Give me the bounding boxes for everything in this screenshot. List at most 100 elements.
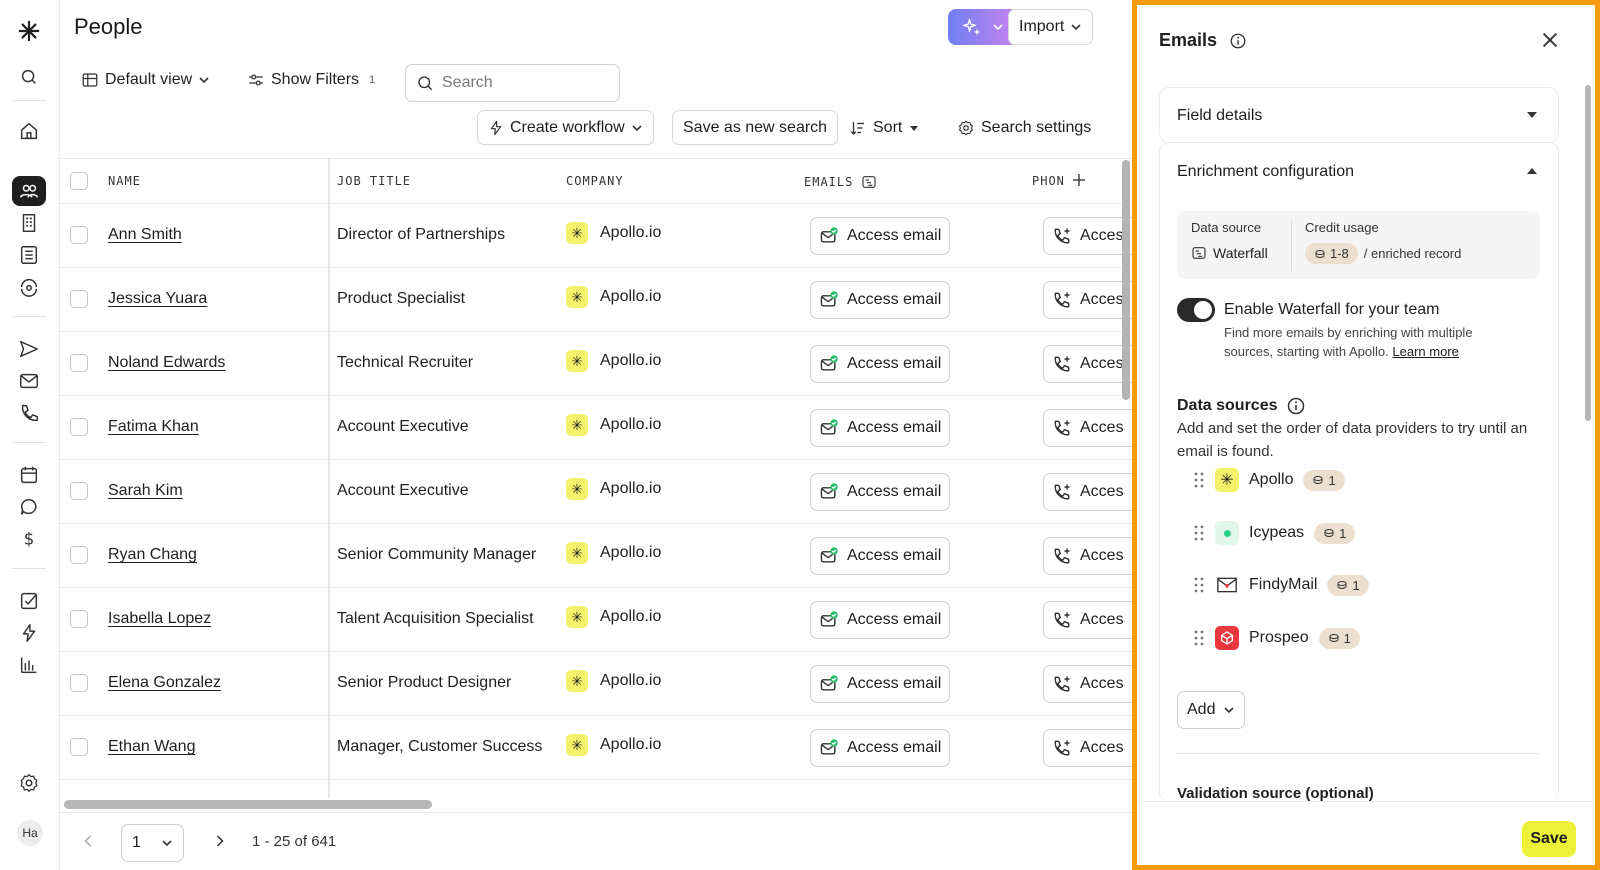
access-phone-button[interactable]: Acces <box>1043 345 1132 383</box>
column-header-company[interactable]: COMPANY <box>566 174 624 188</box>
access-phone-button[interactable]: Acces <box>1043 217 1132 255</box>
apollo-logo-icon[interactable] <box>12 16 46 46</box>
company-cell[interactable]: ✳ Apollo.io <box>566 414 661 436</box>
access-phone-button[interactable]: Acces <box>1043 409 1132 447</box>
access-email-button[interactable]: Access email <box>810 665 951 703</box>
import-button[interactable]: Import <box>1008 9 1094 45</box>
companies-icon[interactable] <box>12 208 46 238</box>
table-row[interactable]: Elena Gonzalez Senior Product Designer ✳ Ap… <box>60 652 1132 716</box>
default-view-button[interactable]: Default view <box>70 62 222 98</box>
add-provider-button[interactable]: Add <box>1177 691 1246 729</box>
person-name-link[interactable]: Sarah Kim <box>108 482 183 500</box>
calendar-icon[interactable] <box>12 460 46 490</box>
row-checkbox[interactable] <box>70 674 88 692</box>
page-select[interactable]: 1 <box>121 824 184 862</box>
vertical-scrollbar[interactable] <box>1122 160 1130 400</box>
workflows-icon[interactable] <box>12 618 46 648</box>
user-avatar[interactable]: Ha <box>17 820 43 846</box>
tasks-icon[interactable] <box>12 586 46 616</box>
data-enrichment-icon[interactable] <box>12 272 46 302</box>
chat-icon[interactable] <box>12 492 46 522</box>
send-icon[interactable] <box>12 334 46 364</box>
access-phone-button[interactable]: Acces <box>1043 537 1132 575</box>
show-filters-button[interactable]: Show Filters 1 <box>236 62 387 98</box>
home-icon[interactable] <box>12 116 46 146</box>
person-name-link[interactable]: Elena Gonzalez <box>108 674 221 692</box>
access-phone-button[interactable]: Acces <box>1043 281 1132 319</box>
table-row[interactable]: Ethan Wang Manager, Customer Success ✳ Apol… <box>60 716 1132 780</box>
company-cell[interactable]: ✳ Apollo.io <box>566 606 661 628</box>
access-email-button[interactable]: Access email <box>810 473 951 511</box>
row-checkbox[interactable] <box>70 418 88 436</box>
person-name-link[interactable]: Jessica Yuara <box>108 290 207 308</box>
access-phone-button[interactable]: Acces <box>1043 665 1132 703</box>
analytics-icon[interactable] <box>12 650 46 680</box>
dollar-icon[interactable]: $ <box>12 524 46 554</box>
access-email-button[interactable]: Access email <box>810 217 951 255</box>
table-row[interactable]: Jessica Yuara Product Specialist ✳ Apollo.i… <box>60 268 1132 332</box>
company-cell[interactable]: ✳ Apollo.io <box>566 286 661 308</box>
person-name-link[interactable]: Noland Edwards <box>108 354 225 372</box>
settings-gear-icon[interactable] <box>12 768 46 798</box>
access-email-button[interactable]: Access email <box>810 409 951 447</box>
column-header-job-title[interactable]: JOB TITLE <box>337 174 411 188</box>
company-cell[interactable]: ✳ Apollo.io <box>566 670 661 692</box>
row-checkbox[interactable] <box>70 290 88 308</box>
add-column-icon[interactable] <box>1070 171 1088 189</box>
row-checkbox[interactable] <box>70 482 88 500</box>
drag-handle-icon[interactable] <box>1193 524 1205 542</box>
provider-item[interactable]: FindyMail 1 <box>1193 570 1369 600</box>
lists-icon[interactable] <box>12 240 46 270</box>
caret-up-icon[interactable] <box>1526 167 1538 175</box>
table-row[interactable]: Ann Smith Director of Partnerships ✳ Apollo… <box>60 204 1132 268</box>
column-header-phone[interactable]: PHON <box>1032 174 1065 188</box>
provider-item[interactable]: Prospeo 1 <box>1193 623 1360 653</box>
company-cell[interactable]: ✳ Apollo.io <box>566 350 661 372</box>
caret-down-icon[interactable] <box>1526 111 1538 119</box>
info-icon[interactable] <box>1229 32 1247 50</box>
phone-icon[interactable] <box>12 398 46 428</box>
drag-handle-icon[interactable] <box>1193 629 1205 647</box>
access-email-button[interactable]: Access email <box>810 537 951 575</box>
company-cell[interactable]: ✳ Apollo.io <box>566 734 661 756</box>
provider-item[interactable]: Icypeas 1 <box>1193 518 1356 548</box>
row-checkbox[interactable] <box>70 738 88 756</box>
create-workflow-button[interactable]: Create workflow <box>477 110 654 145</box>
chevron-left-icon[interactable] <box>78 831 98 851</box>
chevron-right-icon[interactable] <box>210 831 230 851</box>
person-name-link[interactable]: Ethan Wang <box>108 738 195 756</box>
drag-handle-icon[interactable] <box>1193 471 1205 489</box>
row-checkbox[interactable] <box>70 226 88 244</box>
mail-icon[interactable] <box>12 366 46 396</box>
company-cell[interactable]: ✳ Apollo.io <box>566 542 661 564</box>
table-row[interactable]: Isabella Lopez Talent Acquisition Special… <box>60 588 1132 652</box>
select-all-checkbox[interactable] <box>70 172 88 190</box>
company-cell[interactable]: ✳ Apollo.io <box>566 222 661 244</box>
save-button[interactable]: Save <box>1522 821 1576 857</box>
column-header-emails[interactable]: EMAILS <box>804 174 877 190</box>
column-header-name[interactable]: NAME <box>108 174 141 188</box>
access-phone-button[interactable]: Acces <box>1043 729 1132 767</box>
access-phone-button[interactable]: Acces <box>1043 473 1132 511</box>
row-checkbox[interactable] <box>70 546 88 564</box>
sort-button[interactable]: Sort <box>838 110 932 145</box>
table-row[interactable]: Sarah Kim Account Executive ✳ Apollo.io Acce… <box>60 460 1132 524</box>
row-checkbox[interactable] <box>70 354 88 372</box>
table-row[interactable]: Noland Edwards Technical Recruiter ✳ Apollo… <box>60 332 1132 396</box>
provider-item[interactable]: ✳ Apollo 1 <box>1193 465 1345 495</box>
access-email-button[interactable]: Access email <box>810 345 951 383</box>
info-icon[interactable] <box>1286 396 1306 416</box>
person-name-link[interactable]: Ann Smith <box>108 226 182 244</box>
person-name-link[interactable]: Isabella Lopez <box>108 610 211 628</box>
access-email-button[interactable]: Access email <box>810 601 951 639</box>
table-row[interactable]: Ryan Chang Senior Community Manager ✳ Apoll… <box>60 524 1132 588</box>
waterfall-toggle[interactable] <box>1177 298 1215 322</box>
drag-handle-icon[interactable] <box>1193 576 1205 594</box>
company-cell[interactable]: ✳ Apollo.io <box>566 478 661 500</box>
table-row[interactable]: Fatima Khan Account Executive ✳ Apollo.io Ac… <box>60 396 1132 460</box>
access-email-button[interactable]: Access email <box>810 281 951 319</box>
access-phone-button[interactable]: Acces <box>1043 601 1132 639</box>
row-checkbox[interactable] <box>70 610 88 628</box>
panel-scrollbar[interactable] <box>1585 85 1591 421</box>
learn-more-link[interactable]: Learn more <box>1392 344 1458 359</box>
